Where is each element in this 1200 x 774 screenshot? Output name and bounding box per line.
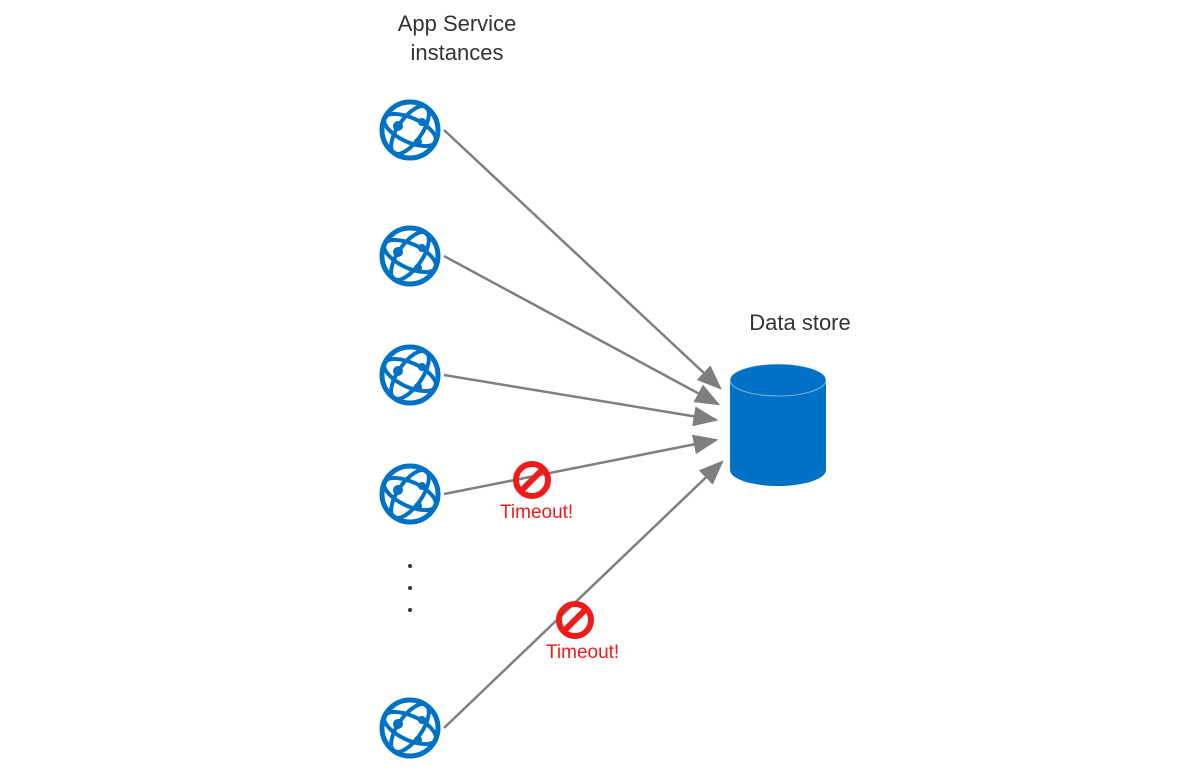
app-service-title: App Service instances xyxy=(357,10,557,67)
app-service-instance-icon xyxy=(378,98,442,162)
prohibit-icon xyxy=(512,460,552,500)
app-service-title-line1: App Service xyxy=(398,11,517,36)
app-service-instance-icon xyxy=(378,343,442,407)
app-service-title-line2: instances xyxy=(411,40,504,65)
prohibit-icon xyxy=(555,600,595,640)
timeout-label: Timeout! xyxy=(546,642,619,664)
ellipsis-dots xyxy=(408,564,412,612)
app-service-instance-icon xyxy=(378,462,442,526)
app-service-instance-icon xyxy=(378,224,442,288)
app-service-instance-icon xyxy=(378,696,442,760)
data-store-title: Data store xyxy=(700,310,900,336)
timeout-label: Timeout! xyxy=(500,502,573,524)
database-icon xyxy=(730,364,826,486)
diagram-container: App Service instances Data store xyxy=(0,0,1200,774)
